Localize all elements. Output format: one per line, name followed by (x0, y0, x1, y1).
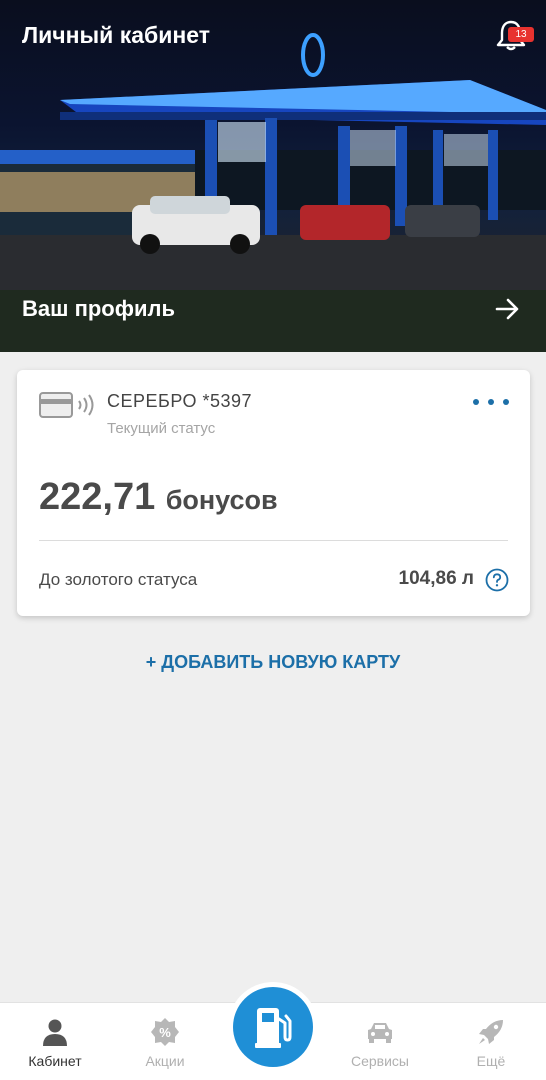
fuel-pump-icon (255, 1008, 292, 1048)
tab-label: Кабинет (28, 1053, 82, 1069)
car-icon (368, 1023, 392, 1043)
person-icon (43, 1019, 67, 1046)
card-status-label: Текущий статус (107, 420, 216, 437)
bonus-value: 222,71 (39, 476, 156, 518)
hero-banner: Личный кабинет 13 Ваш профиль (0, 0, 546, 352)
next-status-value: 104,86 л (398, 568, 474, 589)
bonus-balance: 222,71 бонусов (39, 476, 278, 519)
next-status-label: До золотого статуса (39, 570, 198, 589)
profile-link[interactable]: Ваш профиль (0, 288, 546, 332)
divider (39, 540, 508, 541)
bonus-unit: бонусов (165, 485, 278, 515)
tab-label: Ещё (476, 1053, 506, 1069)
svg-text:%: % (159, 1025, 171, 1040)
loyalty-card[interactable]: СЕРЕБРО *5397 Текущий статус 222,71 бону… (17, 370, 530, 616)
contactless-card-icon (39, 392, 94, 418)
help-icon[interactable] (485, 568, 509, 592)
profile-label: Ваш профиль (22, 296, 176, 321)
tab-services[interactable]: Сервисы (325, 1003, 435, 1080)
percent-badge-icon: % (151, 1018, 179, 1046)
tab-label: Сервисы (350, 1053, 409, 1069)
rocket-icon (479, 1020, 503, 1044)
card-name: СЕРЕБРО *5397 (107, 391, 252, 411)
refuel-button[interactable] (233, 987, 313, 1067)
add-card-button[interactable]: + ДОБАВИТЬ НОВУЮ КАРТУ (0, 652, 546, 673)
arrow-right-icon (495, 298, 519, 320)
tab-label: Акции (145, 1053, 185, 1069)
tab-more[interactable]: Ещё (436, 1003, 546, 1080)
more-options-icon[interactable] (469, 388, 513, 414)
tab-promotions[interactable]: % Акции (110, 1003, 220, 1080)
page-title: Личный кабинет (22, 22, 210, 48)
notification-badge: 13 (508, 27, 534, 42)
tab-cabinet[interactable]: Кабинет (0, 1003, 110, 1080)
